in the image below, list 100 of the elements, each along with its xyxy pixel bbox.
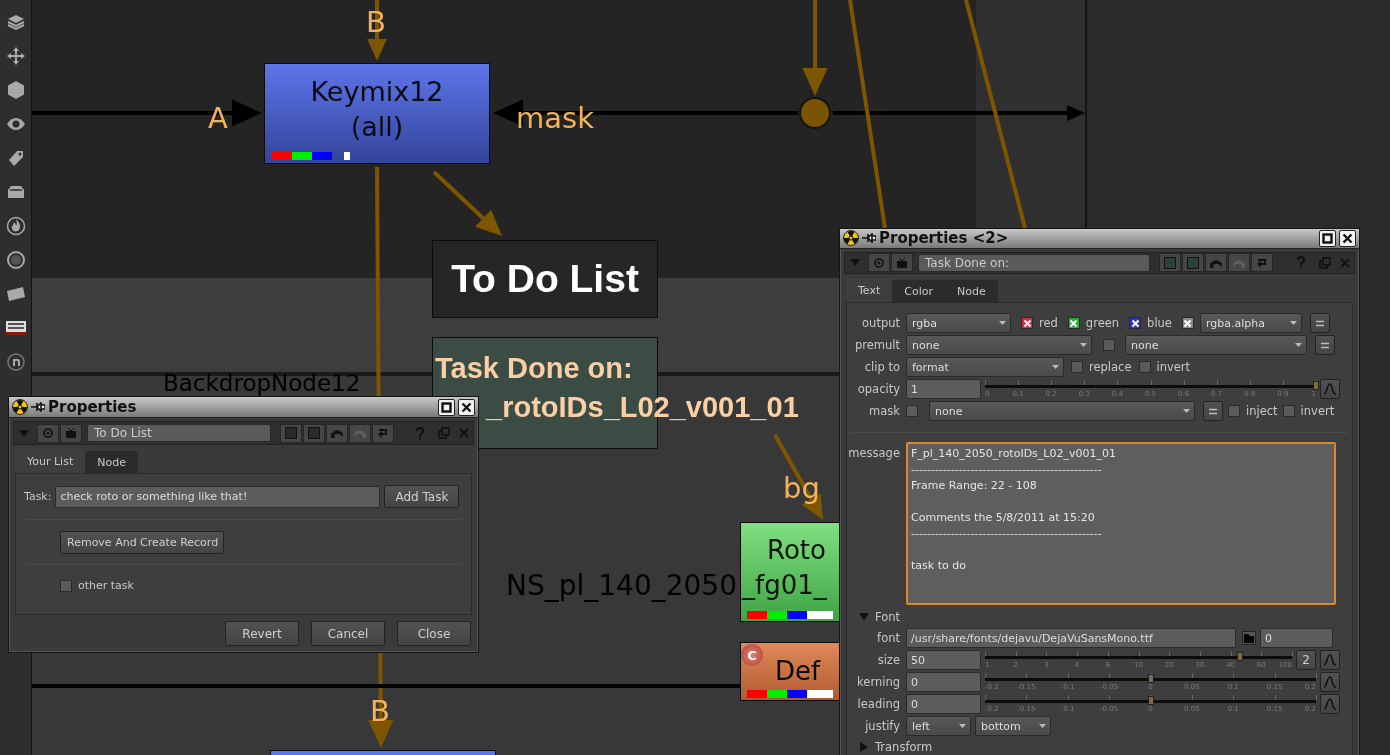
message-field[interactable]: F_pl_140_2050_rotoIDs_L02_v001_01 ------------------------------------------------ Frame Range: 22 - 108 Comments the 5/8/2011 at 15:20 ------------------------------------------------ task to do bbox=[906, 442, 1336, 606]
redo-icon bbox=[353, 427, 367, 439]
disclosure-icon[interactable] bbox=[859, 742, 869, 753]
move-icon[interactable] bbox=[5, 46, 26, 66]
hexagon-icon[interactable] bbox=[5, 80, 26, 100]
checkbox[interactable] bbox=[1282, 405, 1295, 418]
pin-icon[interactable] bbox=[862, 233, 876, 244]
checkbox[interactable] bbox=[1103, 339, 1115, 352]
help-icon[interactable] bbox=[1296, 256, 1306, 270]
float-button[interactable] bbox=[438, 398, 455, 416]
viewer-button[interactable] bbox=[60, 423, 82, 443]
slider-thumb[interactable] bbox=[1147, 674, 1154, 684]
dialog-button[interactable]: Close bbox=[397, 621, 471, 646]
close-button[interactable] bbox=[458, 398, 475, 416]
value-field[interactable]: 0 bbox=[1260, 628, 1333, 649]
disclosure-icon[interactable] bbox=[859, 612, 869, 623]
dropdown[interactable]: none bbox=[929, 401, 1195, 422]
dot-node[interactable] bbox=[799, 97, 831, 129]
value-field[interactable]: /usr/share/fonts/dejavu/DejaVuSansMono.ttf bbox=[906, 628, 1236, 649]
value-field[interactable]: 50 bbox=[906, 650, 981, 671]
tab[interactable]: Node bbox=[945, 280, 998, 303]
collapse-icon[interactable] bbox=[18, 428, 30, 438]
link-button[interactable] bbox=[1315, 335, 1335, 356]
redo-button[interactable] bbox=[1228, 253, 1250, 273]
dialog-button[interactable]: Cancel bbox=[311, 621, 385, 646]
checkbox[interactable] bbox=[1181, 317, 1194, 330]
undo-button[interactable] bbox=[326, 423, 348, 443]
pin-icon[interactable] bbox=[31, 402, 45, 412]
center-button[interactable] bbox=[868, 253, 890, 273]
slider-thumb[interactable] bbox=[1313, 381, 1319, 391]
dropdown[interactable]: none bbox=[906, 335, 1092, 356]
tab[interactable]: Color bbox=[892, 280, 945, 303]
undo-button[interactable] bbox=[1205, 253, 1227, 273]
animation-button[interactable] bbox=[1320, 672, 1340, 693]
animation-button[interactable] bbox=[1320, 379, 1340, 400]
ring-icon[interactable] bbox=[5, 250, 26, 270]
float-button[interactable] bbox=[1319, 229, 1336, 247]
tile-color-button[interactable] bbox=[280, 423, 302, 443]
layers-icon[interactable] bbox=[5, 12, 26, 32]
revert-button[interactable] bbox=[1251, 253, 1273, 273]
float-icon[interactable] bbox=[438, 427, 450, 439]
title-bar[interactable]: Properties bbox=[9, 397, 478, 418]
tab[interactable]: Node bbox=[85, 451, 138, 473]
slider-thumb[interactable] bbox=[1236, 652, 1243, 662]
tile-color-button[interactable] bbox=[1159, 253, 1181, 273]
slider-thumb[interactable] bbox=[1147, 696, 1154, 706]
link-button[interactable] bbox=[1203, 401, 1223, 422]
dialog-button[interactable]: Revert bbox=[225, 621, 299, 646]
font-color-button[interactable] bbox=[303, 423, 325, 443]
add-task-button[interactable]: Add Task bbox=[384, 485, 460, 508]
dropdown[interactable]: bottom bbox=[975, 716, 1051, 737]
value-field[interactable]: 0 bbox=[906, 672, 981, 693]
record-button[interactable]: Remove And Create Record bbox=[60, 531, 224, 554]
sticky-note[interactable]: To Do List bbox=[432, 240, 658, 318]
checkbox[interactable] bbox=[1138, 361, 1151, 374]
checkbox[interactable] bbox=[1021, 317, 1033, 330]
close-button[interactable] bbox=[1339, 229, 1356, 247]
dropdown[interactable]: rgba.alpha bbox=[1199, 313, 1302, 334]
dropdown[interactable]: format bbox=[906, 357, 1064, 378]
viewer-button[interactable] bbox=[891, 253, 913, 273]
pipe-arrow[interactable] bbox=[773, 434, 823, 520]
step-button[interactable]: 2 bbox=[1296, 650, 1316, 671]
checkbox[interactable] bbox=[1129, 317, 1142, 330]
pipe-arrow[interactable] bbox=[367, 0, 387, 61]
tab[interactable]: Text bbox=[846, 278, 893, 303]
redo-button[interactable] bbox=[349, 423, 371, 443]
badge-icon[interactable] bbox=[5, 352, 26, 372]
pipe-line[interactable] bbox=[964, 0, 1027, 229]
checkbox[interactable] bbox=[60, 579, 72, 592]
keymix-node[interactable]: Keymix12 (all) bbox=[264, 63, 490, 164]
help-icon[interactable] bbox=[415, 426, 425, 440]
folder-icon[interactable] bbox=[1242, 631, 1256, 646]
dropdown[interactable]: left bbox=[906, 716, 971, 737]
card-icon[interactable] bbox=[5, 284, 26, 304]
task-field[interactable]: check roto or something like that! bbox=[55, 485, 381, 508]
link-button[interactable] bbox=[1309, 313, 1330, 334]
node-name-field[interactable]: Task Done on: bbox=[918, 253, 1150, 272]
checkbox[interactable] bbox=[1228, 405, 1240, 418]
checkbox[interactable] bbox=[906, 405, 918, 418]
center-button[interactable] bbox=[37, 423, 59, 443]
checkbox[interactable] bbox=[1071, 361, 1083, 374]
checkbox[interactable] bbox=[1067, 317, 1080, 330]
flame-icon[interactable] bbox=[5, 216, 26, 236]
pipe-arrow[interactable] bbox=[493, 99, 798, 127]
thumbnail-icon[interactable] bbox=[5, 318, 26, 338]
close-icon[interactable] bbox=[1340, 257, 1350, 268]
font-color-button[interactable] bbox=[1182, 253, 1204, 273]
revert-button[interactable] bbox=[372, 423, 394, 443]
dropdown[interactable]: rgba bbox=[906, 313, 1011, 334]
tab[interactable]: Your List bbox=[15, 449, 86, 473]
value-field[interactable]: 1 bbox=[906, 379, 981, 400]
title-bar[interactable]: Properties <2> bbox=[840, 229, 1359, 249]
collapse-icon[interactable] bbox=[849, 258, 861, 268]
value-field[interactable]: 0 bbox=[906, 694, 981, 715]
node-name-field[interactable]: To Do List bbox=[87, 424, 271, 442]
float-icon[interactable] bbox=[1319, 256, 1331, 269]
animation-button[interactable] bbox=[1320, 694, 1340, 715]
close-icon[interactable] bbox=[459, 428, 469, 438]
dropdown[interactable]: none bbox=[1125, 335, 1307, 356]
animation-button[interactable] bbox=[1320, 650, 1340, 671]
